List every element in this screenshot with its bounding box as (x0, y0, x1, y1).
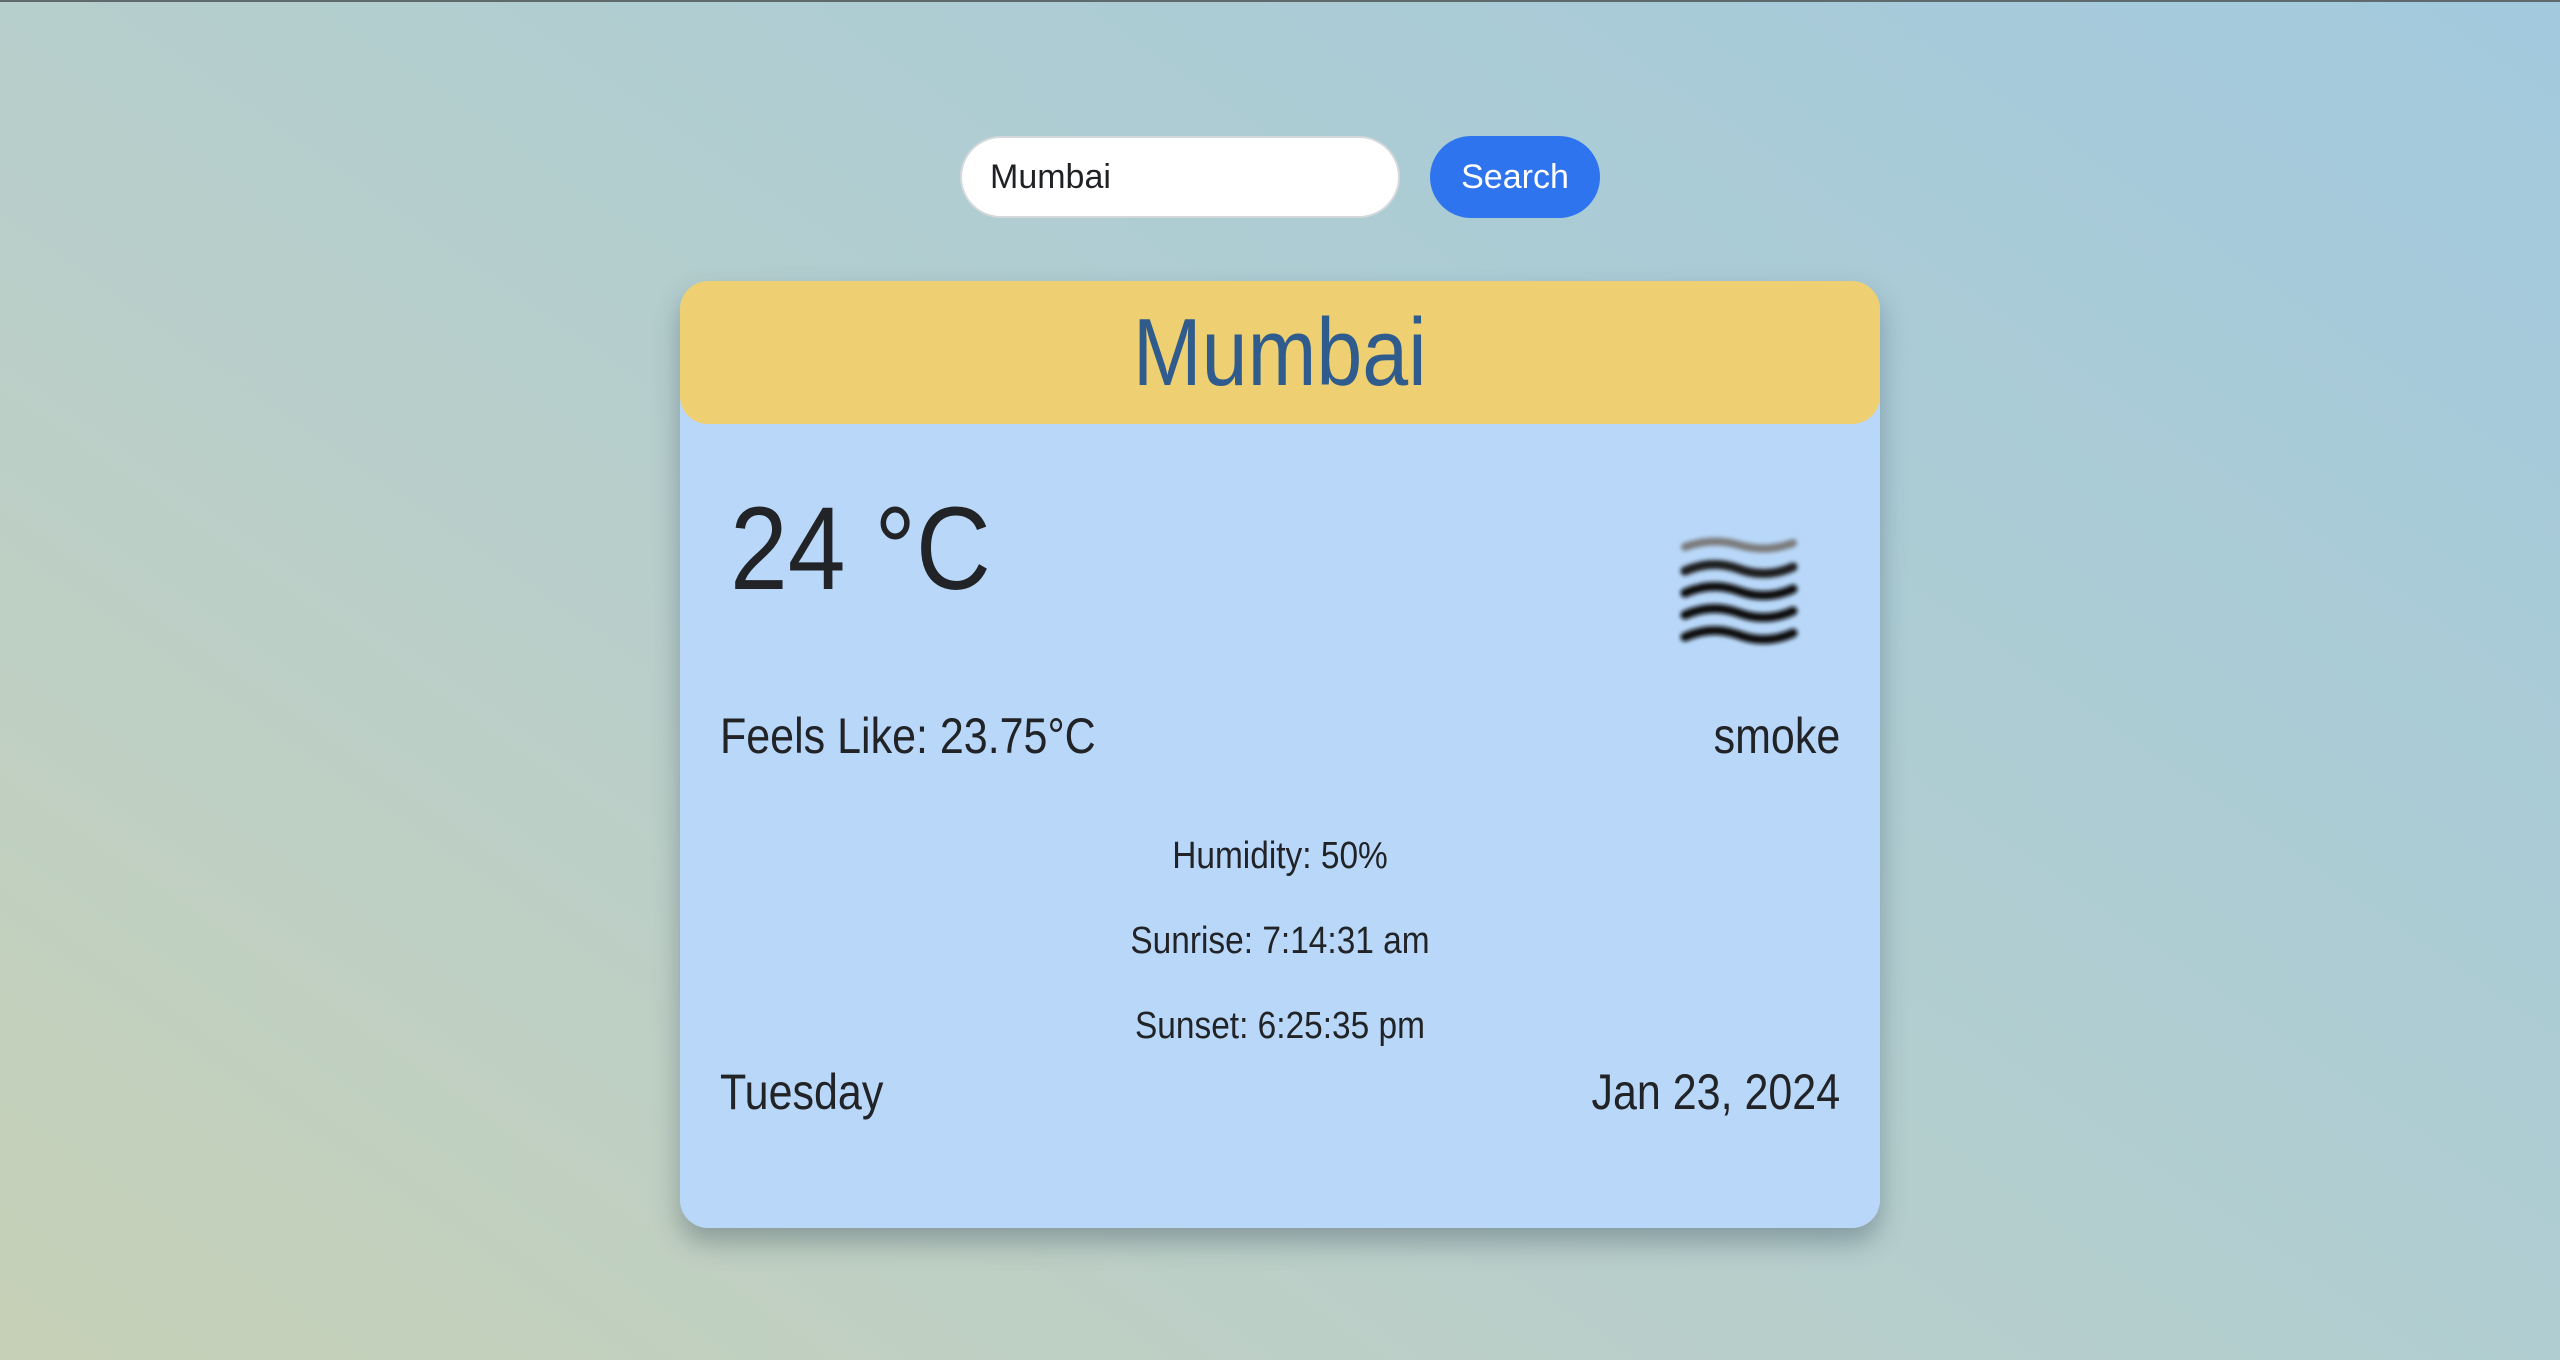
sunrise-time: Sunrise: 7:14:31 am (1130, 920, 1430, 962)
date: Jan 23, 2024 (1591, 1064, 1840, 1120)
weather-details: Humidity: 50% Sunrise: 7:14:31 am Sunset… (680, 833, 1880, 1088)
city-name: Mumbai (1133, 298, 1427, 406)
city-search-input[interactable] (960, 136, 1400, 218)
weekday: Tuesday (720, 1064, 884, 1120)
card-header: Mumbai (680, 281, 1880, 424)
feels-like: Feels Like: 23.75°C (720, 708, 1096, 764)
humidity: Humidity: 50% (1172, 835, 1388, 877)
search-bar: Search (960, 136, 1600, 218)
weather-condition: smoke (1713, 708, 1840, 764)
search-button[interactable]: Search (1430, 136, 1600, 218)
temperature: 24 °C (730, 483, 991, 615)
weather-card: Mumbai 24 °C Feels Like: 23.75°C smoke H… (680, 281, 1880, 1228)
haze-icon (1680, 537, 1798, 644)
